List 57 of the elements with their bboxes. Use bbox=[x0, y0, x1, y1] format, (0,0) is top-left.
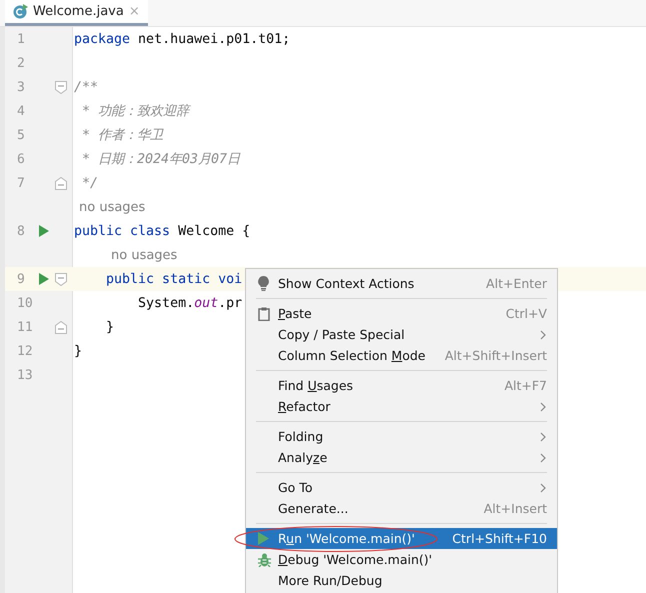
file-tab[interactable]: Welcome.java × bbox=[5, 0, 148, 26]
code-line: */ bbox=[81, 176, 98, 190]
usage-hint[interactable]: no usages bbox=[5, 200, 146, 214]
line-number: 9 bbox=[16, 272, 26, 286]
fold-icon[interactable] bbox=[55, 176, 67, 190]
code-line: } bbox=[105, 320, 114, 334]
fold-icon[interactable] bbox=[55, 272, 67, 286]
menu-item[interactable]: Debug 'Welcome.main()' bbox=[246, 549, 557, 570]
line-number: 12 bbox=[16, 344, 34, 358]
fold-icon[interactable] bbox=[55, 320, 67, 334]
line-number: 5 bbox=[16, 128, 26, 142]
menu-item[interactable]: Go To bbox=[246, 477, 557, 498]
shortcut-text: Alt+Insert bbox=[484, 501, 547, 516]
menu-item[interactable]: More Run/Debug bbox=[246, 570, 557, 591]
menu-item[interactable]: Generate... Alt+Insert bbox=[246, 498, 557, 519]
line-number: 10 bbox=[16, 296, 34, 310]
shortcut-text: Alt+Enter bbox=[486, 276, 547, 291]
line-number: 11 bbox=[16, 320, 34, 334]
menu-item[interactable]: Folding bbox=[246, 426, 557, 447]
code-line: * 功能：致欢迎辞 bbox=[81, 102, 190, 120]
line-number: 7 bbox=[16, 176, 26, 190]
line-number: 3 bbox=[16, 80, 26, 94]
shortcut-text: Ctrl+Shift+F10 bbox=[452, 531, 547, 546]
menu-item[interactable]: Analyze bbox=[246, 447, 557, 468]
bug-icon bbox=[258, 552, 271, 566]
code-line: * 日期：2024年03月07日 bbox=[81, 151, 240, 168]
code-line: } bbox=[73, 344, 82, 358]
menu-item[interactable]: Show Context Actions Alt+Enter bbox=[246, 273, 557, 294]
menu-item[interactable]: Column Selection Mode Alt+Shift+Insert bbox=[246, 345, 557, 366]
menu-item[interactable]: Paste Ctrl+V bbox=[246, 303, 557, 324]
code-line: public static voi bbox=[105, 272, 242, 286]
line-number: 6 bbox=[16, 152, 26, 166]
menu-item[interactable]: Run 'Welcome.main()' Ctrl+Shift+F10 bbox=[246, 528, 557, 549]
code-line: System.out.pr bbox=[137, 296, 242, 310]
run-icon[interactable] bbox=[39, 225, 49, 237]
run-icon bbox=[258, 532, 269, 545]
code-line: /** bbox=[73, 80, 98, 94]
menu-item[interactable]: Find Usages Alt+F7 bbox=[246, 375, 557, 396]
shortcut-text: Ctrl+V bbox=[506, 306, 547, 321]
shortcut-text: Alt+Shift+Insert bbox=[444, 348, 547, 363]
usage-hint[interactable]: no usages bbox=[5, 248, 178, 262]
line-number: 4 bbox=[16, 104, 26, 118]
shortcut-text: Alt+F7 bbox=[504, 378, 547, 393]
line-number: 8 bbox=[16, 224, 26, 238]
code-line: * 作者：华卫 bbox=[81, 127, 164, 144]
menu-item[interactable]: Copy / Paste Special bbox=[246, 324, 557, 345]
lightbulb-icon bbox=[258, 276, 269, 291]
fold-icon[interactable] bbox=[55, 80, 67, 94]
line-number: 1 bbox=[16, 32, 26, 46]
code-line: public class Welcome { bbox=[73, 224, 250, 238]
menu-item[interactable]: Refactor bbox=[246, 396, 557, 417]
class-file-icon bbox=[13, 4, 28, 19]
line-number: 13 bbox=[16, 368, 34, 382]
run-icon[interactable] bbox=[39, 273, 49, 285]
clipboard-icon bbox=[258, 306, 270, 320]
line-number: 2 bbox=[16, 56, 26, 70]
code-line: package net.huawei.p01.t01; bbox=[73, 32, 290, 46]
